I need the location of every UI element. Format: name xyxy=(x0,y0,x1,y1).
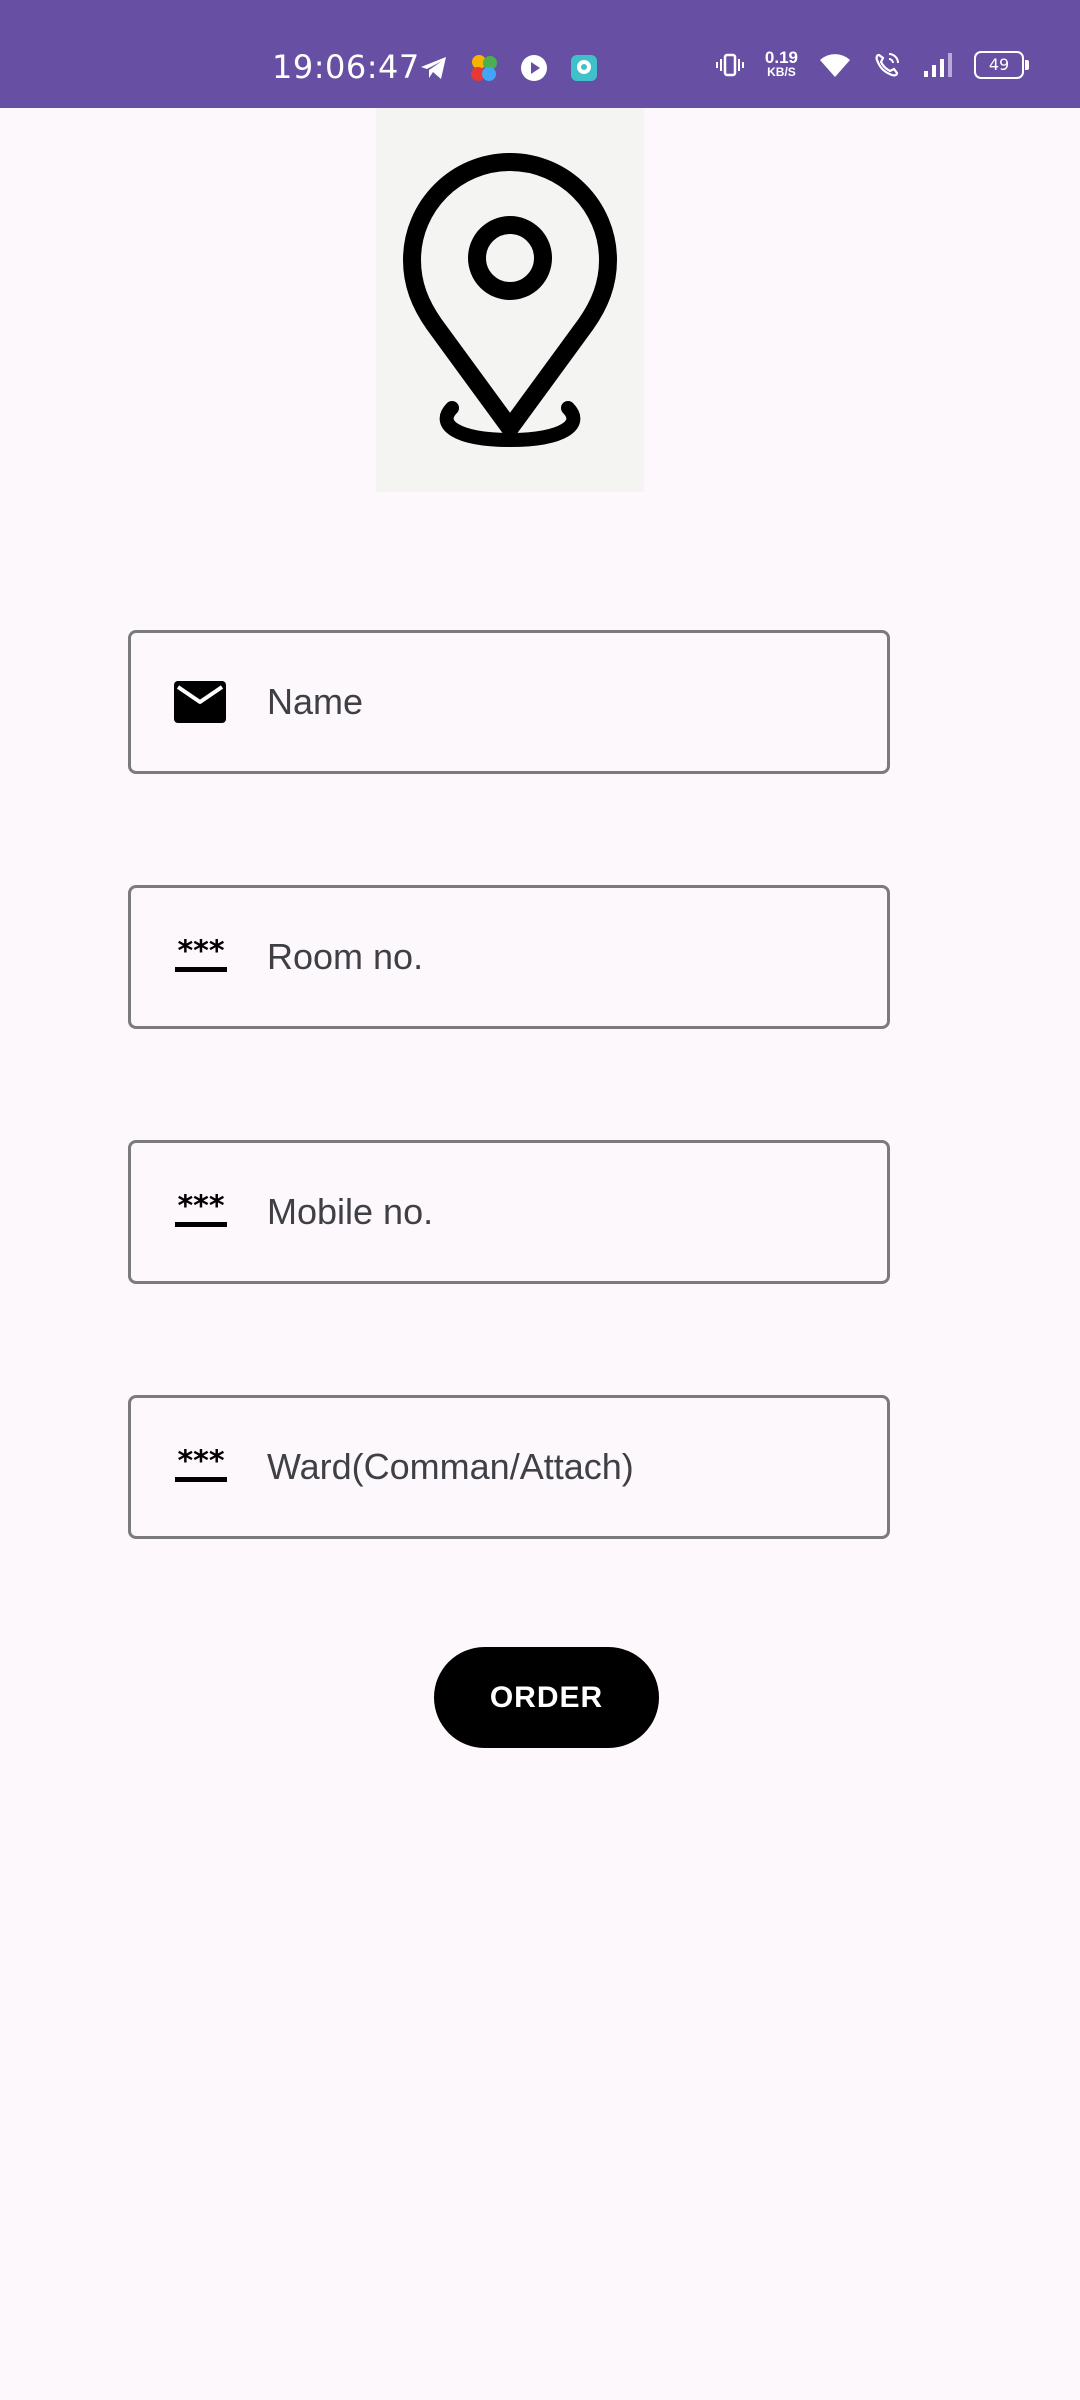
room-input[interactable] xyxy=(267,888,867,1026)
net-speed: 0.19 KB/S xyxy=(764,48,798,80)
chat-app-icon xyxy=(571,55,597,81)
name-input[interactable] xyxy=(267,633,867,771)
system-icons: 0.19 KB/S 49 xyxy=(715,48,1029,80)
mobile-input[interactable] xyxy=(267,1143,867,1281)
signal-icon xyxy=(924,53,952,77)
wifi-icon xyxy=(820,54,850,77)
battery-level: 49 xyxy=(988,55,1010,74)
password-dots-icon: *** xyxy=(175,1194,227,1227)
vibrate-icon xyxy=(715,53,744,77)
net-speed-value: 0.19 xyxy=(764,48,798,67)
mail-icon xyxy=(174,681,226,723)
wifi-calling-icon xyxy=(875,53,899,77)
status-bar: 19:06:47 0.19 KB/S 49 xyxy=(0,0,1080,108)
location-pin-icon xyxy=(403,153,617,448)
svg-text:***: *** xyxy=(177,1449,224,1479)
svg-text:***: *** xyxy=(177,939,224,969)
order-button[interactable]: ORDER xyxy=(434,1647,659,1748)
play-icon xyxy=(521,55,547,81)
password-dots-icon: *** xyxy=(175,939,227,972)
name-field[interactable] xyxy=(128,630,890,774)
status-time: 19:06:47 xyxy=(272,48,420,86)
net-speed-unit: KB/S xyxy=(767,65,796,79)
telegram-icon xyxy=(421,57,446,79)
ward-input[interactable] xyxy=(267,1398,867,1536)
mobile-field[interactable]: *** xyxy=(128,1140,890,1284)
pinwheel-app-icon xyxy=(471,55,497,81)
battery-icon: 49 xyxy=(974,51,1029,79)
svg-text:***: *** xyxy=(177,1194,224,1224)
room-field[interactable]: *** xyxy=(128,885,890,1029)
notification-icons xyxy=(418,52,600,84)
password-dots-icon: *** xyxy=(175,1449,227,1482)
ward-field[interactable]: *** xyxy=(128,1395,890,1539)
location-logo xyxy=(376,108,644,492)
